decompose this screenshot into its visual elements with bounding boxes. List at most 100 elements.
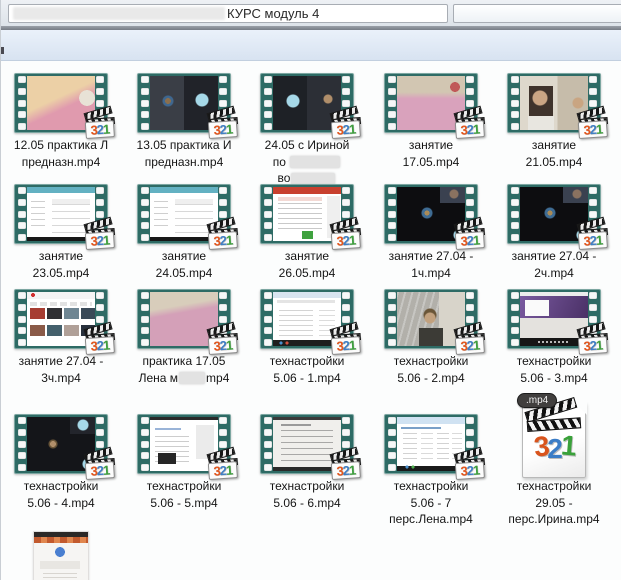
file-icon: 321 <box>493 73 615 133</box>
explorer-window: КУРС модуль 4 321 <box>0 0 621 580</box>
file-item[interactable]: 321 занятие23.05.mp4 <box>0 184 122 281</box>
address-bar[interactable]: КУРС модуль 4 <box>8 4 448 23</box>
file-item[interactable]: 321 занятие17.05.mp4 <box>370 73 492 170</box>
file-label: технастройки5.06 - 7перс.Лена.mp4 <box>370 478 492 528</box>
film-strip-icon: 321 <box>384 184 478 244</box>
film-strip-icon: 321 <box>260 414 354 474</box>
file-icon: 321 <box>0 184 122 244</box>
redaction-blur <box>290 156 340 168</box>
file-label: технастройки5.06 - 1.mp4 <box>246 353 368 386</box>
file-item[interactable]: 321 занятие 27.04 -3ч.mp4 <box>0 289 122 386</box>
mpc-321-badge-icon: 321 <box>454 326 487 355</box>
file-icon: 321 <box>246 184 368 244</box>
file-label: занятие 27.04 -2ч.mp4 <box>493 248 615 281</box>
mp4-extension-tag: .mp4 <box>517 393 557 408</box>
file-item[interactable]: 321 практика 17.05Лена мmp4 <box>123 289 245 386</box>
file-icon: 321 .mp4 <box>493 414 615 474</box>
file-label: занятие24.05.mp4 <box>123 248 245 281</box>
file-item[interactable]: 321 занятие26.05.mp4 <box>246 184 368 281</box>
file-icon: 321 <box>246 73 368 133</box>
file-item[interactable]: 321 занятие21.05.mp4 <box>493 73 615 170</box>
file-label: 13.05 практика Ипредназн.mp4 <box>123 137 245 170</box>
file-item[interactable]: 321 .mp4 технастройки29.05 -перс.Ирина.m… <box>493 414 615 528</box>
film-strip-icon: 321 <box>507 73 601 133</box>
mpc-321-badge-icon: 321 <box>207 451 240 480</box>
mpc-321-badge-icon: 321 <box>330 451 363 480</box>
file-label: практика 17.05Лена мmp4 <box>123 353 245 386</box>
file-item[interactable]: 321 занятие24.05.mp4 <box>123 184 245 281</box>
file-icon: 321 <box>370 414 492 474</box>
file-item[interactable] <box>0 531 122 580</box>
file-item[interactable]: 321 занятие 27.04 -2ч.mp4 <box>493 184 615 281</box>
file-item[interactable]: 321 технастройки5.06 - 6.mp4 <box>246 414 368 511</box>
file-icon: 321 <box>246 289 368 349</box>
mpc-321-badge-icon: 321 <box>330 221 363 250</box>
mpc-321-badge-icon: 321 <box>577 110 610 139</box>
film-strip-icon: 321 <box>260 184 354 244</box>
file-icon: 321 <box>370 73 492 133</box>
file-label: технастройки5.06 - 3.mp4 <box>493 353 615 386</box>
file-item[interactable]: 321 технастройки5.06 - 1.mp4 <box>246 289 368 386</box>
file-label: занятие23.05.mp4 <box>0 248 122 281</box>
toolbar <box>1 30 621 61</box>
film-strip-icon: 321 <box>384 289 478 349</box>
file-item[interactable]: 321 технастройки5.06 - 5.mp4 <box>123 414 245 511</box>
file-item[interactable]: 321 занятие 27.04 -1ч.mp4 <box>370 184 492 281</box>
film-strip-icon: 321 <box>14 73 108 133</box>
file-icon: 321 <box>0 414 122 474</box>
film-strip-icon: 321 <box>260 73 354 133</box>
film-strip-icon: 321 <box>384 73 478 133</box>
film-strip-icon: 321 <box>14 414 108 474</box>
mpc-321-badge-icon: 321 <box>84 451 117 480</box>
mpc-321-badge-icon: 321 <box>84 326 117 355</box>
redaction-blur <box>13 7 225 20</box>
file-label: занятие17.05.mp4 <box>370 137 492 170</box>
film-strip-icon: 321 <box>260 289 354 349</box>
file-label: технастройки5.06 - 6.mp4 <box>246 478 368 511</box>
file-icon: 321 <box>123 289 245 349</box>
file-icon: 321 <box>123 414 245 474</box>
mpc-321-badge-icon: 321 <box>207 221 240 250</box>
file-icon: 321 <box>493 184 615 244</box>
mpc-321-badge-icon: 321 <box>84 221 117 250</box>
film-strip-icon: 321 <box>507 289 601 349</box>
file-item[interactable]: 321 технастройки5.06 - 4.mp4 <box>0 414 122 511</box>
toolbar-icon-fragment <box>1 47 4 54</box>
search-box[interactable] <box>453 4 621 23</box>
file-item[interactable]: 321 13.05 практика Ипредназн.mp4 <box>123 73 245 170</box>
file-label: занятие26.05.mp4 <box>246 248 368 281</box>
film-strip-icon: 321 <box>137 184 231 244</box>
file-grid: 321 12.05 практика Лпредназн.mp4 321 <box>1 61 621 580</box>
redaction-blur <box>179 372 205 384</box>
address-text: КУРС модуль 4 <box>227 6 319 22</box>
file-icon: 321 <box>370 289 492 349</box>
file-label: технастройки5.06 - 5.mp4 <box>123 478 245 511</box>
film-strip-icon: 321 <box>14 184 108 244</box>
file-label: 24.05 с Иринойпо во <box>246 137 368 187</box>
file-icon: 321 <box>0 289 122 349</box>
film-strip-icon: 321 <box>507 184 601 244</box>
film-strip-icon: 321 <box>14 289 108 349</box>
file-item[interactable]: 321 технастройки5.06 - 2.mp4 <box>370 289 492 386</box>
file-icon: 321 <box>370 184 492 244</box>
file-icon <box>0 531 122 580</box>
file-label: занятие21.05.mp4 <box>493 137 615 170</box>
mpc-321-badge-icon: 321 <box>577 221 610 250</box>
file-label: технастройки29.05 -перс.Ирина.mp4 <box>493 478 615 528</box>
mpc-321-badge-icon: 321 <box>577 326 610 355</box>
file-label: занятие 27.04 -3ч.mp4 <box>0 353 122 386</box>
file-item[interactable]: 321 24.05 с Иринойпо во <box>246 73 368 187</box>
mpc-321-badge-icon: 321 <box>207 326 240 355</box>
file-item[interactable]: 321 технастройки5.06 - 3.mp4 <box>493 289 615 386</box>
file-item[interactable]: 321 технастройки5.06 - 7перс.Лена.mp4 <box>370 414 492 528</box>
mpc-321-badge-icon: 321 <box>454 221 487 250</box>
file-icon: 321 <box>123 73 245 133</box>
mpc-321-badge-icon: 321 <box>330 110 363 139</box>
file-label: 12.05 практика Лпредназн.mp4 <box>0 137 122 170</box>
file-item[interactable]: 321 12.05 практика Лпредназн.mp4 <box>0 73 122 170</box>
film-strip-icon: 321 <box>384 414 478 474</box>
file-icon: 321 <box>493 289 615 349</box>
file-icon: 321 <box>246 414 368 474</box>
film-strip-icon: 321 <box>137 289 231 349</box>
file-icon: 321 <box>0 73 122 133</box>
